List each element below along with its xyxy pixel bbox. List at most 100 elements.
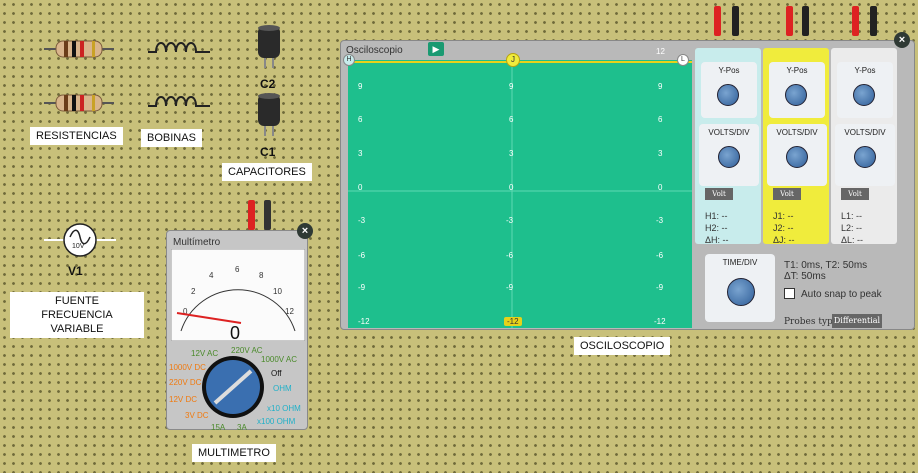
probe-h-red[interactable] [714, 6, 721, 36]
label-multimetro: MULTIMETRO [192, 444, 276, 462]
grid-right-0: 0 [658, 183, 663, 192]
ch-h-meas-3: ΔH: -- [705, 235, 729, 245]
auto-snap-label: Auto snap to peak [801, 289, 882, 300]
multimeter[interactable]: Multímetro × 0 2 4 6 8 10 12 0 12V AC 22… [166, 223, 313, 432]
mm-dial-ohm: OHM [273, 384, 292, 393]
channel-h-panel: Y-Pos VOLTS/DIV Volt H1: -- H2: -- ΔH: -… [695, 48, 761, 245]
mm-dial-12vdc: 12V DC [169, 395, 198, 404]
grid-right-m12: -12 [654, 317, 666, 326]
mm-probe-black[interactable] [264, 200, 271, 230]
mm-scale-12: 12 [285, 307, 294, 316]
probe-j-red[interactable] [786, 6, 793, 36]
label-fuente: FUENTE FRECUENCIA VARIABLE [10, 292, 144, 338]
ch-l-ypos-label: Y-Pos [854, 66, 876, 75]
inductor-2[interactable] [148, 92, 210, 114]
time-div-box: TIME/DIV [705, 254, 775, 322]
t-readout: T1: 0ms, T2: 50ms [784, 260, 868, 271]
auto-snap-checkbox[interactable] [784, 288, 795, 299]
osc-screen[interactable]: 9 6 3 0 -3 -6 -9 -12 9 6 3 0 -3 -6 -9 -1… [348, 60, 692, 328]
grid-left-m9: -9 [358, 283, 366, 292]
label-osciloscopio: OSCILOSCOPIO [574, 337, 671, 355]
ch-l-volt-button[interactable]: Volt [841, 188, 869, 200]
grid-left-m12: -12 [358, 317, 370, 326]
label-resistencias: RESISTENCIAS [30, 127, 123, 145]
mm-probe-red[interactable] [248, 200, 255, 230]
ch-h-ypos-box: Y-Pos [701, 62, 757, 118]
ch-l-volts-box: VOLTS/DIV [835, 124, 895, 186]
ch-j-ypos-box: Y-Pos [769, 62, 825, 118]
mm-reading: 0 [230, 323, 241, 343]
probe-l-black[interactable] [870, 6, 877, 36]
mm-dial-3vdc: 3V DC [185, 411, 209, 420]
probe-l-red[interactable] [852, 6, 859, 36]
mm-scale-4: 4 [209, 271, 214, 280]
ch-j-volts-box: VOLTS/DIV [767, 124, 827, 186]
ch-j-meas-3: ΔJ: -- [773, 235, 795, 245]
inductor-1[interactable] [148, 38, 210, 60]
grid-center-m6: -6 [506, 251, 514, 260]
mm-selector-knob[interactable] [201, 355, 265, 419]
ch-h-volt-button[interactable]: Volt [705, 188, 733, 200]
mm-scale-2: 2 [191, 287, 196, 296]
ch-h-meas-2: H2: -- [705, 223, 728, 233]
probes-type-label: Probes type [784, 317, 839, 327]
ch-l-ypos-knob[interactable] [853, 84, 875, 106]
label-capacitores: CAPACITORES [222, 163, 312, 181]
channel-j-panel: Y-Pos VOLTS/DIV Volt J1: -- J2: -- ΔJ: -… [763, 48, 829, 245]
ch-j-meas-1: J1: -- [773, 211, 794, 221]
mm-dial-12vac: 12V AC [191, 349, 219, 358]
mm-dial-15a: 15A [211, 423, 226, 432]
ch-l-meas-2: L2: -- [841, 223, 863, 233]
osc-play-icon[interactable]: ▶ [428, 42, 444, 56]
c2-label: C2 [260, 77, 276, 91]
resistor-1[interactable] [44, 38, 114, 60]
probe-j-black[interactable] [802, 6, 809, 36]
mm-close-icon[interactable]: × [297, 223, 313, 239]
mm-scale-6: 6 [235, 265, 240, 274]
dt-readout: ΔT: 50ms [784, 271, 826, 282]
probes-type-select[interactable]: Differential [832, 314, 882, 328]
grid-center-m12: -12 [504, 317, 522, 326]
grid-left-m3: -3 [358, 216, 366, 225]
osc-close-icon[interactable]: × [894, 32, 910, 48]
ch-h-ypos-label: Y-Pos [718, 66, 740, 75]
osc-marker-l[interactable]: L [677, 54, 689, 66]
ch-h-volts-box: VOLTS/DIV [699, 124, 759, 186]
mm-dial-x100ohm: x100 OHM [257, 417, 296, 426]
mm-scale-8: 8 [259, 271, 264, 280]
mm-dial-off: Off [271, 369, 282, 378]
grid-right-9: 9 [658, 82, 663, 91]
ch-h-volts-knob[interactable] [718, 146, 740, 168]
grid-center-9: 9 [509, 82, 514, 91]
resistor-2[interactable] [44, 92, 114, 114]
ch-j-volts-knob[interactable] [786, 146, 808, 168]
ch-j-ypos-label: Y-Pos [786, 66, 808, 75]
ch-l-volts-knob[interactable] [854, 146, 876, 168]
grid-left-0: 0 [358, 183, 363, 192]
mm-dial-1000vdc: 1000V DC [169, 363, 206, 372]
osc-marker-j[interactable]: J [506, 53, 520, 67]
mm-title: Multímetro [173, 237, 221, 248]
ac-source-icon[interactable] [44, 222, 116, 262]
ch-j-volts-label: VOLTS/DIV [776, 128, 818, 137]
osc-marker-h[interactable]: H [343, 54, 355, 66]
c1-label: C1 [260, 145, 276, 159]
ch-h-ypos-knob[interactable] [717, 84, 739, 106]
grid-center-m9: -9 [506, 283, 514, 292]
ch-h-meas-1: H1: -- [705, 211, 728, 221]
ch-j-ypos-knob[interactable] [785, 84, 807, 106]
grid-right-3: 3 [658, 149, 663, 158]
grid-right-m3: -3 [656, 216, 664, 225]
mm-dial-220vdc: 220V DC [169, 378, 202, 387]
grid-left-9: 9 [358, 82, 363, 91]
grid-center-0: 0 [509, 183, 514, 192]
capacitor-c2[interactable] [256, 24, 282, 68]
mm-scale-10: 10 [273, 287, 282, 296]
time-div-knob[interactable] [727, 278, 755, 306]
ch-j-volt-button[interactable]: Volt [773, 188, 801, 200]
ch-j-meas-2: J2: -- [773, 223, 794, 233]
grid-right-6: 6 [658, 115, 663, 124]
probe-h-black[interactable] [732, 6, 739, 36]
grid-right-m6: -6 [656, 251, 664, 260]
capacitor-c1[interactable] [256, 92, 282, 136]
